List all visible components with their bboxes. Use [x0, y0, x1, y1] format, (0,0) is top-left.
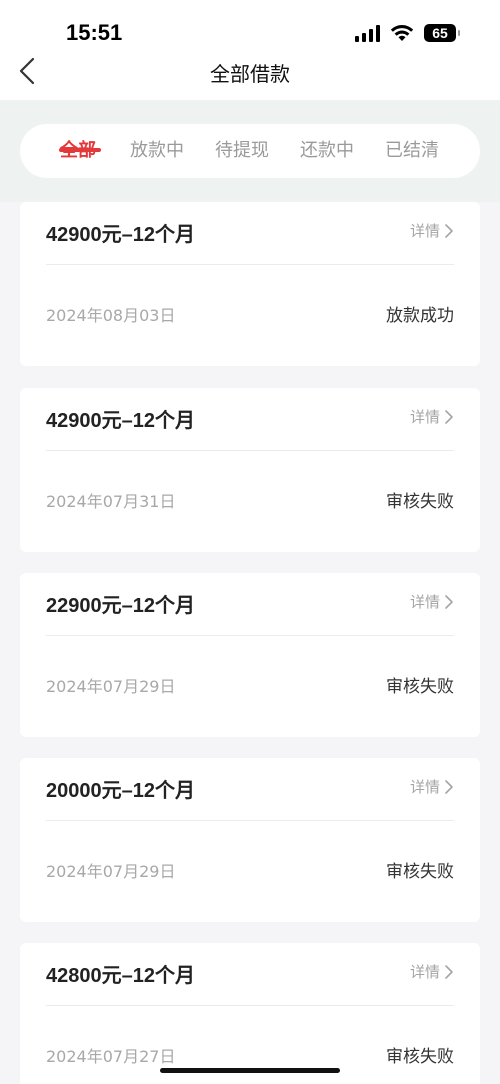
- loan-detail-link[interactable]: 详情: [410, 776, 454, 797]
- page-title: 全部借款: [210, 62, 290, 86]
- card-divider: [46, 820, 454, 821]
- loan-amount-term: 20000元–12个月: [46, 780, 195, 802]
- cellular-signal-icon: [355, 24, 380, 42]
- loan-card[interactable]: 20000元–12个月 详情 2024年07月29日 审核失败: [20, 758, 480, 922]
- loan-amount-term: 42800元–12个月: [46, 965, 195, 987]
- battery-icon: 65: [424, 24, 460, 42]
- chevron-right-icon: [445, 409, 453, 424]
- card-divider: [46, 450, 454, 451]
- tab-bar-container: 全部 放款中 待提现 还款中 已结清: [0, 100, 500, 202]
- wifi-icon: [390, 25, 414, 41]
- nav-bar: 全部借款: [0, 48, 500, 94]
- detail-label: 详情: [409, 963, 440, 981]
- loan-card[interactable]: 42900元–12个月 详情 2024年07月31日 审核失败: [20, 388, 480, 552]
- tab-pending-withdrawal[interactable]: 待提现: [215, 136, 269, 162]
- loan-detail-link[interactable]: 详情: [410, 961, 454, 982]
- loan-card[interactable]: 42800元–12个月 详情 2024年07月27日 审核失败: [20, 943, 480, 1084]
- chevron-right-icon: [445, 594, 453, 609]
- detail-label: 详情: [409, 593, 440, 611]
- card-divider: [46, 264, 454, 265]
- card-divider: [46, 1005, 454, 1006]
- loan-status: 审核失败: [386, 1047, 454, 1067]
- loan-card[interactable]: 42900元–12个月 详情 2024年08月03日 放款成功: [20, 202, 480, 366]
- tab-disbursing[interactable]: 放款中: [130, 136, 184, 162]
- loan-status: 审核失败: [386, 492, 454, 512]
- loan-amount-term: 42900元–12个月: [46, 224, 195, 246]
- detail-label: 详情: [409, 778, 440, 796]
- battery-level: 65: [432, 25, 448, 41]
- loan-date: 2024年07月27日: [46, 1047, 176, 1066]
- home-indicator[interactable]: [160, 1068, 340, 1073]
- loan-detail-link[interactable]: 详情: [410, 591, 454, 612]
- loan-detail-link[interactable]: 详情: [410, 220, 454, 241]
- loan-detail-link[interactable]: 详情: [410, 406, 454, 427]
- tab-repaying[interactable]: 还款中: [300, 136, 354, 162]
- chevron-right-icon: [445, 964, 453, 979]
- status-icons: 65: [355, 22, 460, 44]
- loan-status: 放款成功: [386, 306, 454, 326]
- status-time: 15:51: [66, 20, 123, 45]
- loan-date: 2024年08月03日: [46, 306, 176, 325]
- detail-label: 详情: [409, 222, 440, 240]
- active-tab-indicator: [59, 148, 101, 152]
- detail-label: 详情: [409, 408, 440, 426]
- loan-amount-term: 22900元–12个月: [46, 595, 195, 617]
- loan-card[interactable]: 22900元–12个月 详情 2024年07月29日 审核失败: [20, 573, 480, 737]
- loan-date: 2024年07月31日: [46, 492, 176, 511]
- loan-date: 2024年07月29日: [46, 862, 176, 881]
- chevron-right-icon: [445, 779, 453, 794]
- page: 15:51 65 全部借款 全部 放款中 待提现 还款中: [0, 0, 500, 1084]
- chevron-right-icon: [445, 223, 453, 238]
- loan-amount-term: 42900元–12个月: [46, 410, 195, 432]
- loan-status: 审核失败: [386, 677, 454, 697]
- card-divider: [46, 635, 454, 636]
- tab-settled[interactable]: 已结清: [385, 136, 439, 162]
- loan-status: 审核失败: [386, 862, 454, 882]
- loan-date: 2024年07月29日: [46, 677, 176, 696]
